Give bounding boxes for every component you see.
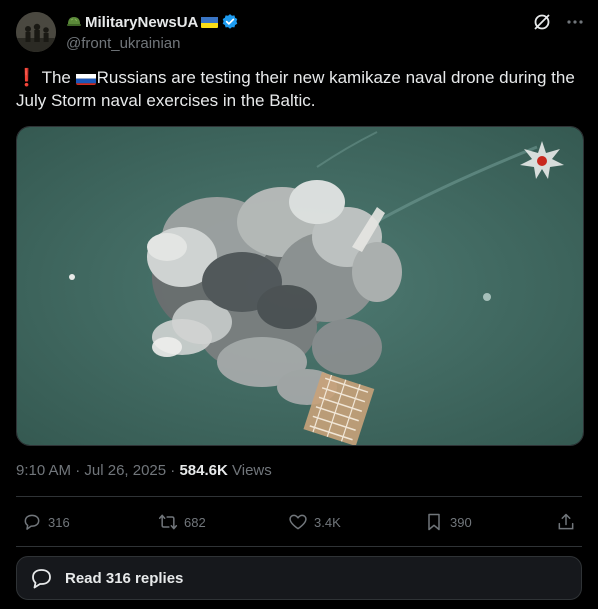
tweet-date[interactable]: Jul 26, 2025 [84, 462, 166, 479]
like-button[interactable]: 3.4K [288, 512, 341, 532]
speech-bubble-icon [29, 567, 55, 589]
meta-separator: · [170, 462, 176, 479]
meta-separator: · [75, 462, 81, 479]
bookmark-count: 390 [450, 514, 472, 530]
bookmark-button[interactable]: 390 [424, 512, 472, 532]
action-bar: 316 682 3.4K 390 [16, 512, 582, 536]
tweet-media-image[interactable] [16, 126, 584, 446]
divider [16, 496, 582, 497]
repost-count: 682 [184, 514, 206, 530]
exclamation-icon: ❗ [16, 68, 38, 87]
repost-icon [158, 512, 178, 532]
divider [16, 546, 582, 547]
like-count: 3.4K [314, 514, 341, 530]
read-replies-button[interactable]: Read 316 replies [16, 556, 582, 600]
tweet-text: ❗ The Russians are testing their new kam… [16, 66, 576, 112]
author-handle[interactable]: @front_ukrainian [66, 35, 180, 52]
repost-button[interactable]: 682 [158, 512, 206, 532]
verified-badge-icon[interactable] [221, 13, 239, 31]
tweet-text-body: Russians are testing their new kamikaze … [16, 68, 575, 110]
reply-button[interactable]: 316 [22, 512, 70, 532]
more-options-icon[interactable] [566, 13, 584, 31]
views-count: 584.6K [179, 462, 228, 479]
reply-count: 316 [48, 514, 70, 530]
share-icon [556, 512, 576, 532]
heart-icon [288, 512, 308, 532]
tweet-text-start: The [41, 68, 76, 87]
author-display-name: MilitaryNewsUA [85, 13, 199, 31]
grok-icon[interactable] [532, 12, 552, 32]
top-actions [532, 12, 584, 32]
avatar[interactable] [16, 12, 56, 52]
russia-flag-icon [75, 71, 96, 85]
tweet-time[interactable]: 9:10 AM [16, 462, 71, 479]
author-name-row[interactable]: MilitaryNewsUA [66, 13, 239, 31]
ukraine-flag-icon [201, 16, 219, 28]
share-button[interactable] [556, 512, 576, 532]
read-replies-label: Read 316 replies [65, 569, 184, 587]
bookmark-icon [424, 512, 444, 532]
tweet-meta: 9:10 AM · Jul 26, 2025 · 584.6K Views [16, 462, 272, 479]
views-label: Views [232, 462, 272, 479]
reply-icon [22, 512, 42, 532]
green-helmet-icon [66, 14, 82, 30]
